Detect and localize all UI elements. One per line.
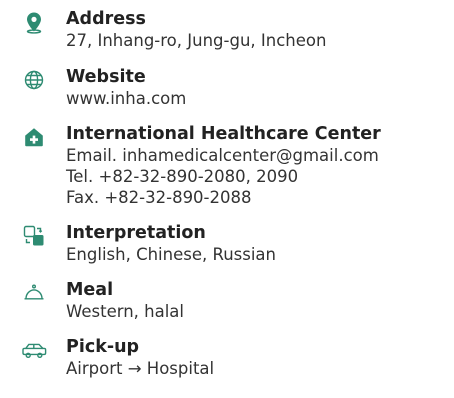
car-icon	[20, 338, 48, 362]
item-label: International Healthcare Center	[66, 124, 381, 144]
location-pin-icon	[22, 10, 46, 34]
item-label: Pick-up	[66, 337, 140, 357]
item-label: Interpretation	[66, 223, 206, 243]
item-detail: English, Chinese, Russian	[66, 245, 277, 264]
item-email: Email. inhamedicalcenter@gmail.com	[66, 146, 379, 165]
globe-icon	[22, 68, 46, 92]
item-label: Website	[66, 67, 146, 87]
item-phone: Tel. +82-32-890-2080, 2090	[66, 167, 299, 186]
info-list: Address 27, Inhang-ro, Jung-gu, Incheon …	[0, 0, 454, 398]
translate-icon	[22, 224, 46, 248]
item-label: Meal	[66, 280, 114, 300]
item-label: Address	[66, 9, 146, 29]
website-link[interactable]: www.inha.com	[66, 89, 186, 108]
item-detail[interactable]: www.inha.com	[66, 88, 186, 109]
item-detail: Airport → Hospital	[66, 359, 215, 378]
meal-cloche-icon	[22, 281, 46, 305]
item-detail: 27, Inhang-ro, Jung-gu, Incheon	[66, 31, 327, 50]
medical-house-icon	[22, 125, 46, 149]
item-detail: Western, halal	[66, 302, 185, 321]
item-fax: Fax. +82-32-890-2088	[66, 188, 252, 207]
